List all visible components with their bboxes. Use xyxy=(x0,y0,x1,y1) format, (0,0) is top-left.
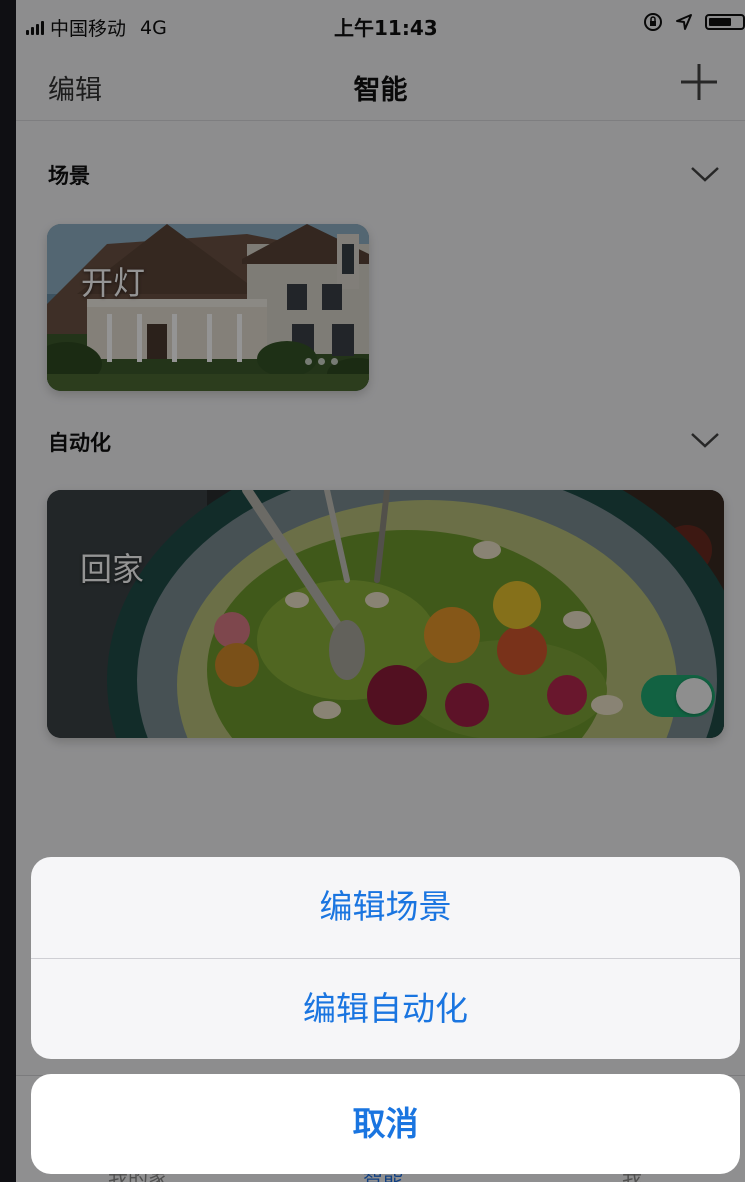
action-sheet: 编辑场景 编辑自动化 xyxy=(31,857,740,1059)
cancel-button[interactable]: 取消 xyxy=(31,1074,740,1174)
edit-automation-option[interactable]: 编辑自动化 xyxy=(31,959,740,1059)
edit-scene-option[interactable]: 编辑场景 xyxy=(31,857,740,957)
